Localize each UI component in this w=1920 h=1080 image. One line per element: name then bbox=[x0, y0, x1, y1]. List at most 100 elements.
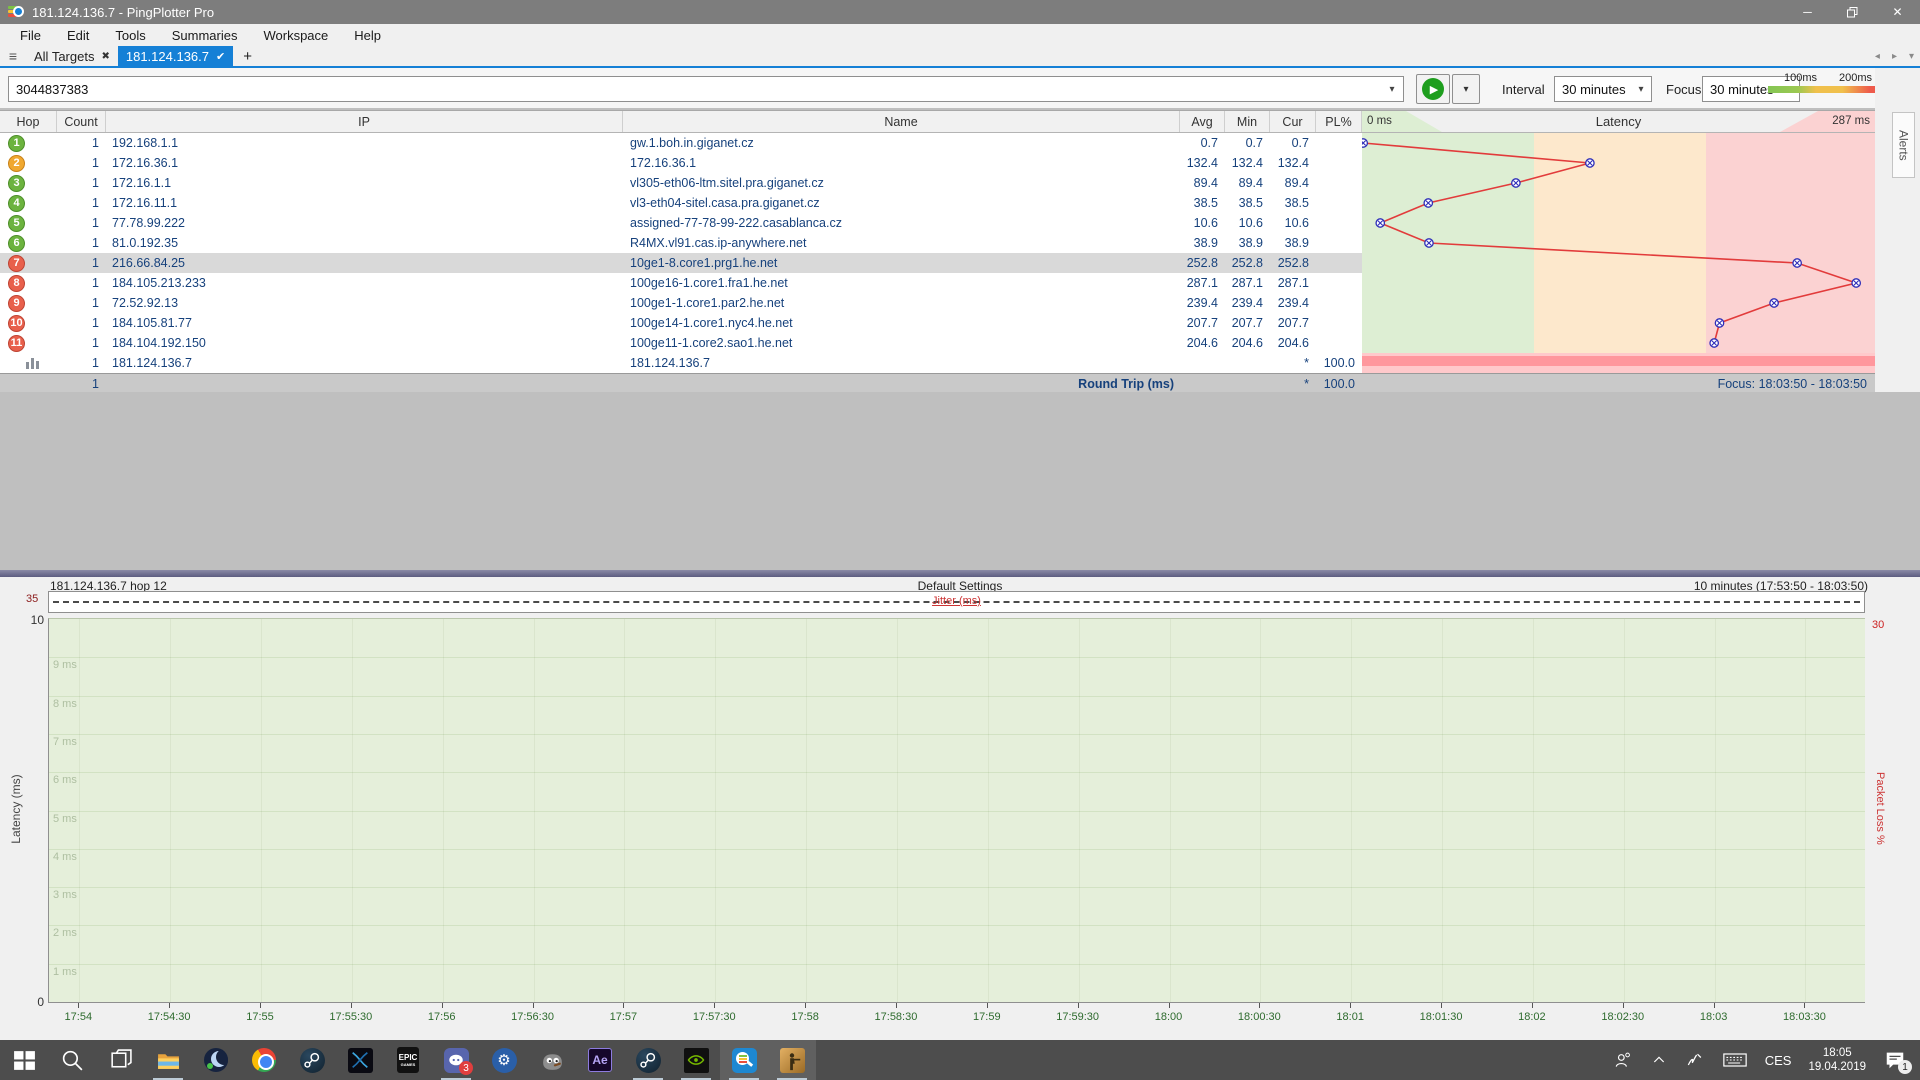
gimp-button[interactable] bbox=[528, 1040, 576, 1080]
counter-strike-button[interactable] bbox=[768, 1040, 816, 1080]
time-tick bbox=[260, 1003, 261, 1008]
task-view-button[interactable] bbox=[96, 1040, 144, 1080]
menu-file[interactable]: File bbox=[10, 26, 51, 45]
menu-edit[interactable]: Edit bbox=[57, 26, 99, 45]
restore-button[interactable] bbox=[1830, 0, 1875, 24]
tray-overflow-button[interactable] bbox=[1642, 1040, 1676, 1080]
hop-badge: 3 bbox=[8, 175, 25, 192]
clock[interactable]: 18:05 19.04.2019 bbox=[1800, 1040, 1874, 1080]
alerts-side-tab-label: Alerts bbox=[1897, 130, 1911, 161]
latency-polyline bbox=[1363, 143, 1856, 343]
latency-axis-max: 10 bbox=[20, 613, 44, 627]
time-tick bbox=[896, 1003, 897, 1008]
menu-help[interactable]: Help bbox=[344, 26, 391, 45]
toolbar: 3044837383 ▾ ▶ ▾ Interval 30 minutes ▾ F… bbox=[0, 68, 1920, 108]
after-effects-icon: Ae bbox=[588, 1048, 612, 1072]
epic-games-button[interactable]: EPICGAMES bbox=[384, 1040, 432, 1080]
time-tick-label: 17:55 bbox=[246, 1011, 274, 1023]
bar-chart-icon bbox=[26, 357, 39, 369]
crescent-app-button[interactable] bbox=[192, 1040, 240, 1080]
menu-summaries[interactable]: Summaries bbox=[162, 26, 248, 45]
time-gridline bbox=[1624, 619, 1625, 1002]
tab-target-active[interactable]: 181.124.136.7 ✔ bbox=[118, 46, 233, 66]
pingplotter-taskbar-button[interactable] bbox=[720, 1040, 768, 1080]
touch-keyboard-button[interactable] bbox=[1714, 1040, 1756, 1080]
people-button[interactable] bbox=[1604, 1040, 1642, 1080]
after-effects-button[interactable]: Ae bbox=[576, 1040, 624, 1080]
tab-target-label: 181.124.136.7 bbox=[126, 49, 209, 64]
tab-scroll-right-icon[interactable]: ▸ bbox=[1892, 51, 1897, 62]
start-options-dropdown[interactable]: ▾ bbox=[1452, 74, 1480, 104]
col-header-avg[interactable]: Avg bbox=[1180, 111, 1225, 132]
menu-workspace[interactable]: Workspace bbox=[253, 26, 338, 45]
menu-tools[interactable]: Tools bbox=[105, 26, 155, 45]
legend-gradient-bar bbox=[1768, 86, 1888, 93]
target-dropdown-icon[interactable]: ▾ bbox=[1381, 84, 1403, 95]
col-header-hop[interactable]: Hop bbox=[0, 111, 57, 132]
gimp-icon bbox=[540, 1048, 565, 1073]
interval-value: 30 minutes bbox=[1555, 82, 1631, 97]
time-tick bbox=[533, 1003, 534, 1008]
clock-date: 19.04.2019 bbox=[1808, 1060, 1866, 1074]
windows-ink-button[interactable] bbox=[1676, 1040, 1714, 1080]
tab-check-icon: ✔ bbox=[216, 50, 225, 63]
table-row[interactable]: 1 181.124.136.7 181.124.136.7 * 100.0 bbox=[0, 353, 1875, 373]
taskbar: EPICGAMES 3 ⚙ Ae bbox=[0, 1040, 1920, 1080]
start-trace-button[interactable]: ▶ bbox=[1416, 74, 1450, 104]
latency-gridline-label: 8 ms bbox=[53, 698, 77, 710]
col-header-name[interactable]: Name bbox=[623, 111, 1180, 132]
tab-all-targets[interactable]: All Targets ✖ bbox=[26, 46, 118, 66]
focus-label: Focus bbox=[1666, 82, 1701, 97]
discord-button[interactable]: 3 bbox=[432, 1040, 480, 1080]
col-header-count[interactable]: Count bbox=[57, 111, 106, 132]
pingplotter-taskbar-icon bbox=[732, 1048, 757, 1073]
latency-gridline-label: 7 ms bbox=[53, 736, 77, 748]
hop-badge: 6 bbox=[8, 235, 25, 252]
time-gridline bbox=[1715, 619, 1716, 1002]
tab-list-dropdown-icon[interactable]: ▾ bbox=[1909, 51, 1914, 62]
latency-gridline-label: 5 ms bbox=[53, 813, 77, 825]
minimize-button[interactable]: ─ bbox=[1785, 0, 1830, 24]
nvidia-button[interactable] bbox=[672, 1040, 720, 1080]
time-tick bbox=[1259, 1003, 1260, 1008]
latency-gridline-label: 6 ms bbox=[53, 774, 77, 786]
hamburger-icon[interactable]: ≡ bbox=[0, 48, 26, 64]
search-icon bbox=[60, 1048, 85, 1073]
time-tick-label: 18:02 bbox=[1518, 1011, 1546, 1023]
col-header-pl[interactable]: PL% bbox=[1316, 111, 1362, 132]
panel-splitter[interactable] bbox=[0, 570, 1920, 577]
target-input[interactable]: 3044837383 ▾ bbox=[8, 76, 1404, 102]
latency-gridline bbox=[49, 657, 1865, 658]
new-tab-button[interactable]: + bbox=[233, 48, 262, 65]
close-button[interactable]: ✕ bbox=[1875, 0, 1920, 24]
tab-close-icon[interactable]: ✖ bbox=[101, 51, 109, 62]
start-button[interactable] bbox=[0, 1040, 48, 1080]
time-gridline bbox=[988, 619, 989, 1002]
taskbar-search-button[interactable] bbox=[48, 1040, 96, 1080]
steam-running-button[interactable] bbox=[624, 1040, 672, 1080]
gear-app-button[interactable]: ⚙ bbox=[480, 1040, 528, 1080]
interval-select[interactable]: 30 minutes ▾ bbox=[1554, 76, 1652, 102]
latency-axis-label: Latency (ms) bbox=[9, 759, 23, 859]
hop-badge: 5 bbox=[8, 215, 25, 232]
tab-scroll-left-icon[interactable]: ◂ bbox=[1875, 51, 1880, 62]
notification-center-button[interactable]: 1 bbox=[1874, 1040, 1920, 1080]
latency-gridline-label: 3 ms bbox=[53, 889, 77, 901]
language-indicator[interactable]: CES bbox=[1756, 1040, 1801, 1080]
file-explorer-button[interactable] bbox=[144, 1040, 192, 1080]
time-gridline bbox=[1170, 619, 1171, 1002]
col-header-ip[interactable]: IP bbox=[106, 111, 623, 132]
time-tick-label: 18:00:30 bbox=[1238, 1011, 1281, 1023]
timeline-plot-area[interactable]: 9 ms8 ms7 ms6 ms5 ms4 ms3 ms2 ms1 ms bbox=[48, 618, 1865, 1003]
alerts-side-tab[interactable]: Alerts bbox=[1892, 112, 1915, 178]
dark-game-button[interactable] bbox=[336, 1040, 384, 1080]
steam-button[interactable] bbox=[288, 1040, 336, 1080]
time-tick-label: 17:58:30 bbox=[875, 1011, 918, 1023]
col-header-min[interactable]: Min bbox=[1225, 111, 1270, 132]
round-trip-row[interactable]: 1 Round Trip (ms) * 100.0 Focus: 18:03:5… bbox=[0, 373, 1875, 393]
col-header-cur[interactable]: Cur bbox=[1270, 111, 1316, 132]
time-tick-label: 18:03:30 bbox=[1783, 1011, 1826, 1023]
time-tick bbox=[987, 1003, 988, 1008]
graph-title: Latency bbox=[1362, 114, 1875, 129]
chrome-button[interactable] bbox=[240, 1040, 288, 1080]
